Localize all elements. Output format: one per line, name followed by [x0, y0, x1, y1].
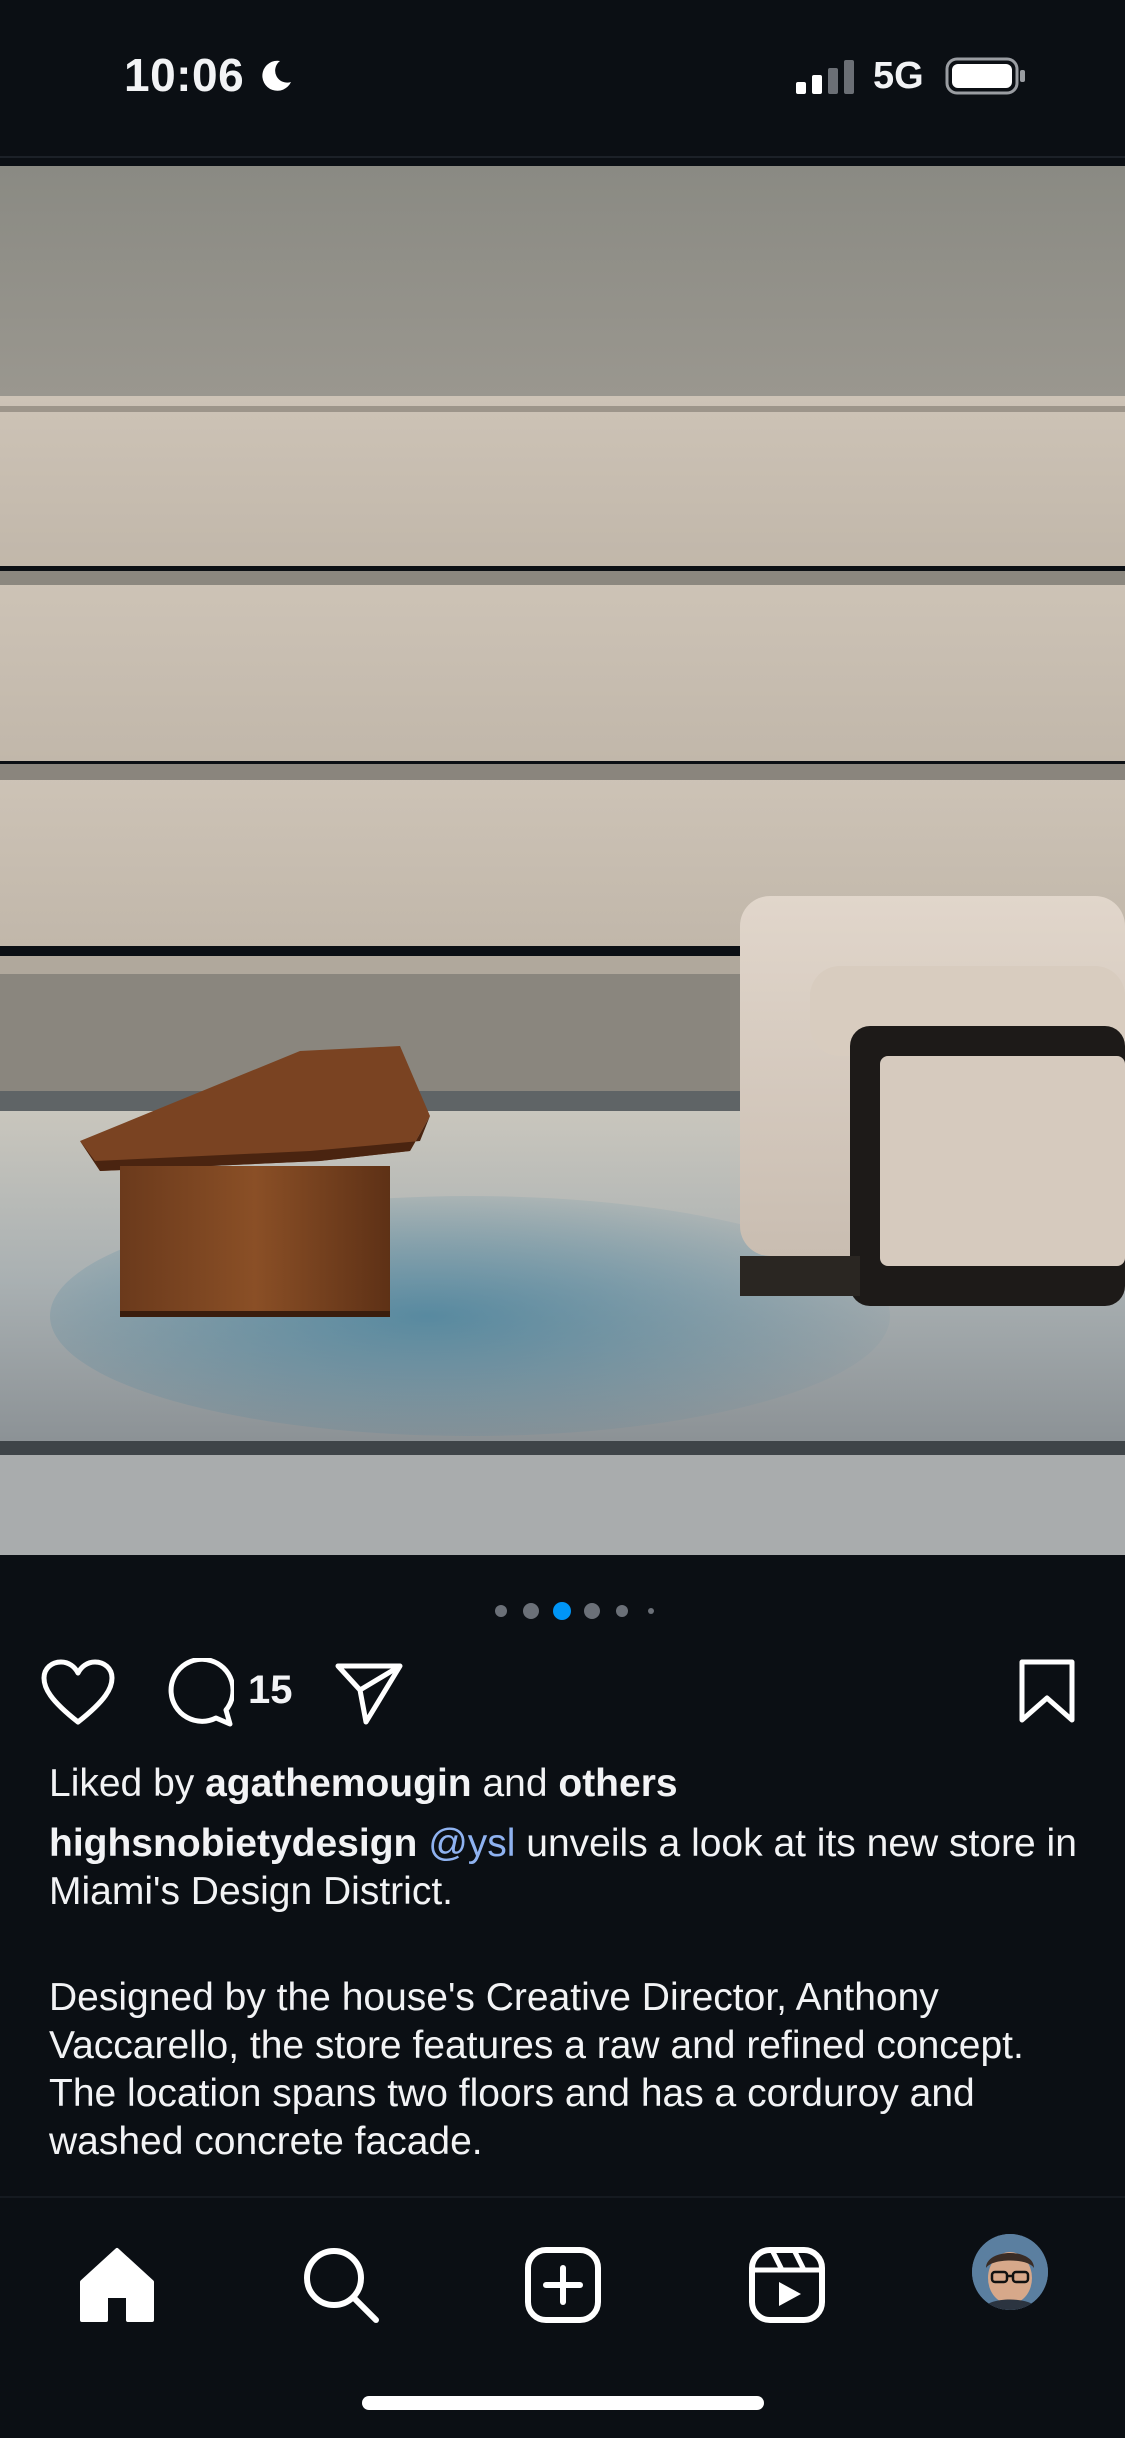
carousel-dot: [648, 1608, 654, 1614]
liked-and: and: [471, 1762, 559, 1805]
liked-others-link[interactable]: others: [558, 1762, 677, 1805]
home-icon[interactable]: [72, 2240, 162, 2330]
home-indicator[interactable]: [362, 2396, 764, 2410]
status-bar: 10:06 5G: [0, 0, 1125, 150]
search-icon[interactable]: [296, 2240, 386, 2330]
carousel-dot: [495, 1605, 507, 1617]
caption-paragraph-2: Designed by the house's Creative Directo…: [49, 1976, 1024, 2163]
save-bookmark-icon[interactable]: [1018, 1658, 1076, 1724]
create-post-icon[interactable]: [518, 2240, 608, 2330]
like-heart-icon[interactable]: [40, 1658, 116, 1726]
header-divider: [0, 156, 1125, 158]
carousel-dot: [523, 1603, 539, 1619]
reels-icon[interactable]: [742, 2240, 832, 2330]
comment-icon[interactable]: [164, 1658, 234, 1728]
mention-link[interactable]: @ysl: [428, 1822, 515, 1865]
avatar-image: [972, 2234, 1048, 2310]
battery-icon: [945, 57, 1025, 95]
comment-count: 15: [248, 1668, 293, 1712]
network-type: 5G: [873, 55, 924, 97]
share-send-icon[interactable]: [334, 1660, 404, 1726]
profile-avatar[interactable]: [972, 2234, 1048, 2310]
liked-user-link[interactable]: agathemougin: [205, 1762, 472, 1805]
carousel-dot: [616, 1605, 628, 1617]
cellular-signal-icon: [796, 60, 854, 94]
author-username[interactable]: highsnobietydesign: [49, 1822, 417, 1865]
caption: highsnobietydesign @ysl unveils a look a…: [49, 1820, 1079, 1916]
post-actions: [0, 1650, 1125, 1730]
post-text: Liked by agathemougin and others highsno…: [49, 1760, 1079, 2166]
moon-icon: [262, 60, 291, 91]
status-time: 10:06: [124, 49, 245, 101]
carousel-indicator: [0, 1597, 1125, 1625]
carousel-dot-active: [553, 1602, 571, 1620]
post-photo: [0, 166, 1125, 1555]
carousel-dot: [584, 1603, 600, 1619]
liked-prefix: Liked by: [49, 1762, 206, 1805]
liked-by-line: Liked by agathemougin and others: [49, 1760, 1079, 1808]
post-image[interactable]: [0, 166, 1125, 1555]
